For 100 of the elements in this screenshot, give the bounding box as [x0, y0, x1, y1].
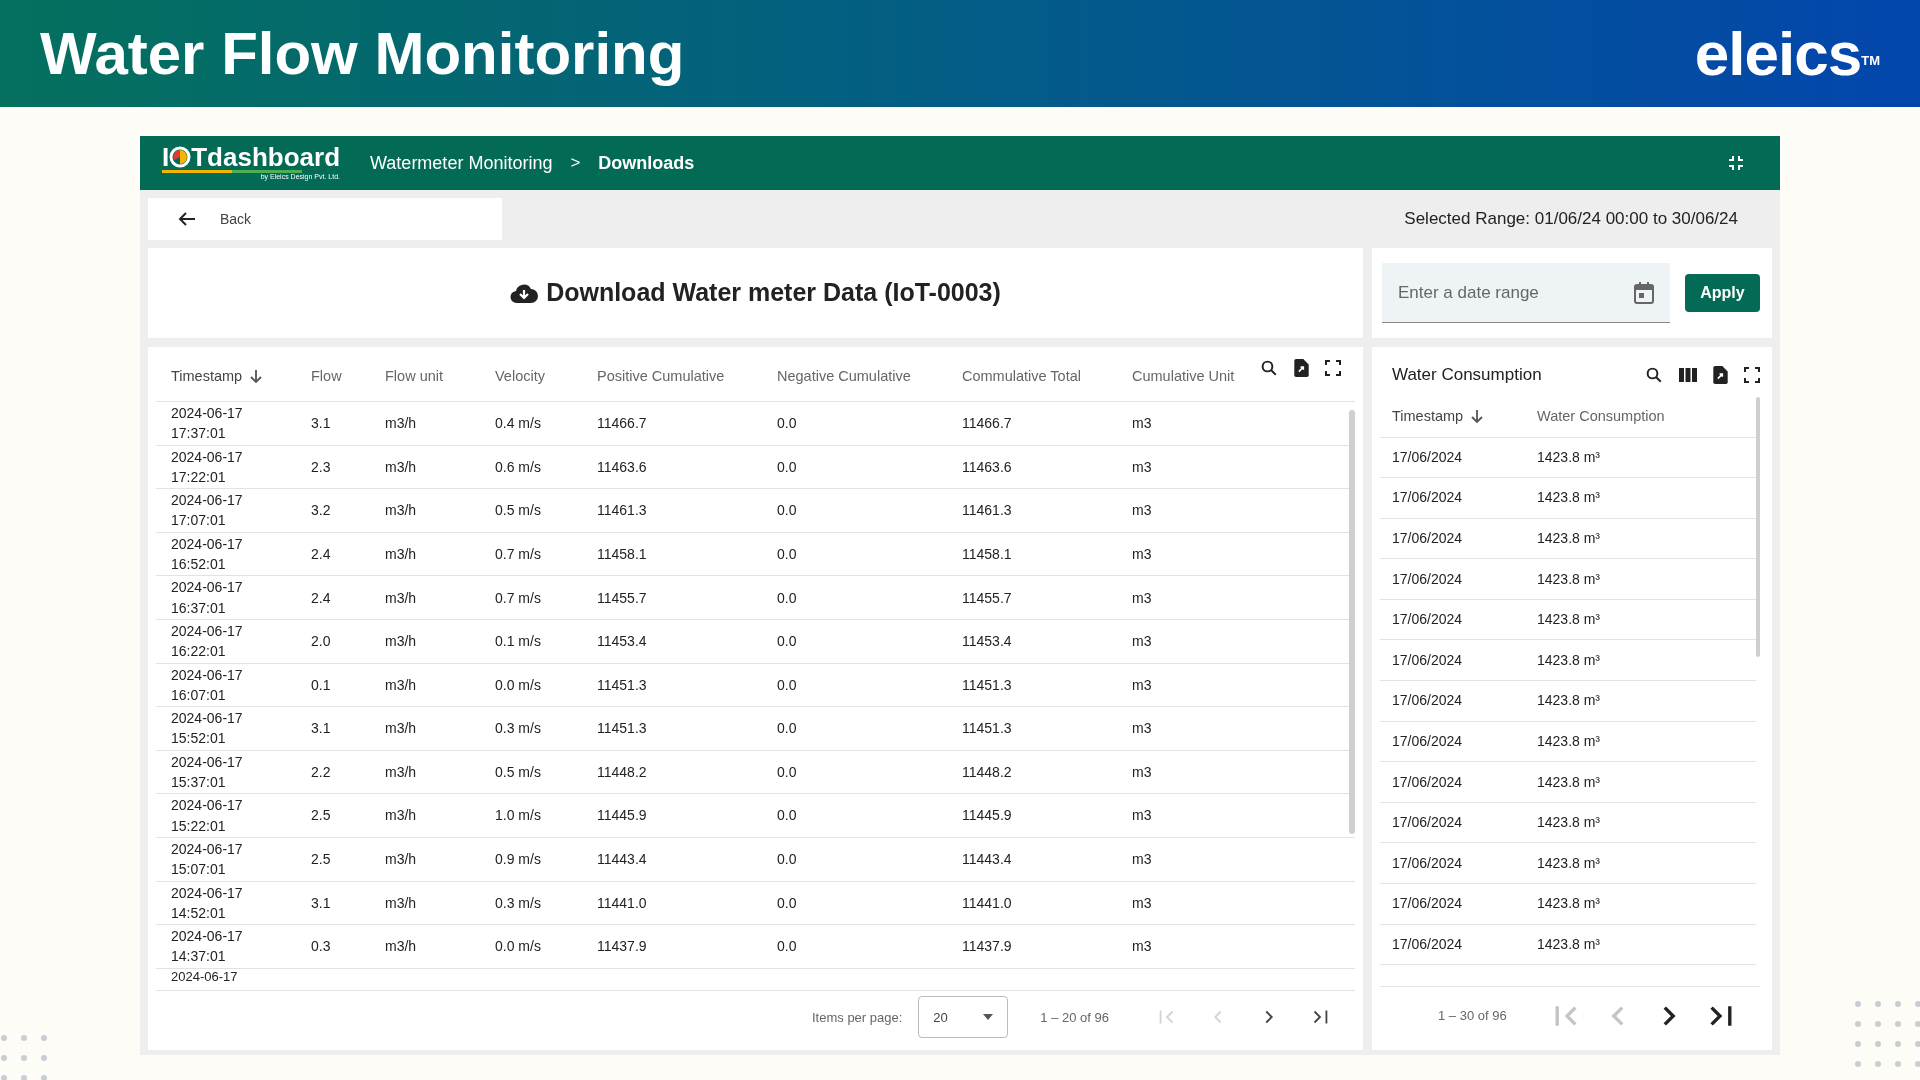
caret-down-icon — [983, 1014, 994, 1021]
table-cell: 17/06/2024 — [1392, 448, 1463, 465]
table-cell: 0.1 m/s — [495, 633, 541, 650]
column-header[interactable]: Negative Cumulative — [777, 365, 911, 388]
file-export-icon[interactable] — [1713, 366, 1728, 384]
table-cell: 2.4 — [311, 545, 331, 562]
table-cell: 11437.9 — [597, 938, 647, 955]
table-cell: 17/06/2024 — [1392, 773, 1463, 790]
table-cell: 11461.3 — [597, 502, 647, 519]
table-cell: m3/h — [385, 894, 417, 911]
table-cell: 2.4 — [311, 589, 331, 606]
table-cell: 1423.8 m³ — [1537, 854, 1601, 871]
table-cell: 0.0 — [777, 763, 797, 780]
table-cell: 1423.8 m³ — [1537, 530, 1601, 546]
table-cell: 11453.4 — [962, 633, 1012, 650]
table-cell-text: 2024-06-17 16:52:01 — [171, 534, 244, 575]
table-cell: 17/06/2024 — [1392, 530, 1463, 546]
table-cell: m3/h — [385, 938, 417, 955]
items-per-page-label: Items per page: — [812, 1008, 903, 1027]
search-icon[interactable] — [1645, 366, 1663, 384]
table-cell: m3/h — [385, 763, 417, 780]
table-cell: 1.0 m/s — [495, 807, 541, 824]
table-cell: 1423.8 m³ — [1537, 611, 1601, 628]
table-cell: 1423.8 m³ — [1537, 448, 1601, 465]
table-cell: 0.0 — [777, 851, 797, 868]
table-cell: 0.3 m/s — [495, 894, 541, 911]
table-cell: m3 — [1132, 414, 1152, 431]
table-cell: 11451.3 — [597, 720, 647, 737]
page-range-text: 1 – 20 of 96 — [1040, 1008, 1109, 1027]
table-cell-text: 2024-06-17 17:22:01 — [171, 447, 244, 487]
table-cell: m3/h — [385, 414, 417, 431]
table-cell: m3 — [1132, 763, 1152, 780]
page-size-select[interactable]: 20 — [918, 996, 1009, 1039]
breadcrumb-link[interactable]: Downloads — [598, 149, 695, 177]
column-header[interactable]: Velocity — [495, 365, 545, 388]
table-cell: 11441.0 — [597, 894, 647, 911]
table-cell: 17/06/2024 — [1392, 692, 1463, 709]
search-icon[interactable] — [1260, 359, 1278, 377]
table-cell: 1423.8 m³ — [1537, 732, 1601, 749]
table-cell: 11453.4 — [597, 633, 647, 650]
column-header[interactable]: Flow — [311, 365, 342, 388]
table-cell: m3 — [1132, 545, 1152, 562]
table-cell: m3 — [1132, 502, 1152, 519]
table-cell: 0.9 m/s — [495, 851, 541, 868]
table-cell: 0.0 m/s — [495, 676, 541, 693]
column-header[interactable]: Commulative Total — [962, 365, 1081, 388]
column-header[interactable]: Cumulative Unit — [1132, 365, 1235, 388]
file-export-icon[interactable] — [1294, 359, 1309, 377]
table-cell-text: 2024-06-17 — [171, 968, 239, 985]
table-cell: 11443.4 — [597, 851, 647, 868]
arrow-left-icon — [178, 211, 196, 227]
column-header[interactable]: Water Consumption — [1537, 405, 1665, 428]
calendar-icon — [1634, 282, 1654, 304]
column-header[interactable]: Timestamp — [171, 365, 263, 388]
table-cell: m3 — [1132, 458, 1152, 475]
date-range-field[interactable]: Enter a date range — [1382, 263, 1670, 323]
table-cell: 0.4 m/s — [495, 414, 541, 431]
table-cell-text: 2024-06-17 14:52:01 — [171, 883, 244, 923]
table-cell: 11458.1 — [962, 545, 1012, 562]
fullscreen-icon[interactable] — [1325, 360, 1341, 376]
scrollbar-thumb[interactable] — [1349, 409, 1355, 834]
table-cell-text: 2024-06-17 15:22:01 — [171, 796, 244, 836]
table-cell: 11458.1 — [597, 545, 647, 562]
table-cell: 0.5 m/s — [495, 763, 541, 780]
columns-icon[interactable] — [1679, 368, 1697, 382]
column-header[interactable]: Flow unit — [385, 365, 444, 388]
exit-fullscreen-icon[interactable] — [1728, 155, 1744, 171]
table-cell: m3/h — [385, 589, 417, 606]
table-cell: 17/06/2024 — [1392, 732, 1463, 749]
table-cell: 3.1 — [311, 894, 331, 911]
breadcrumb-link[interactable]: Watermeter Monitoring — [370, 149, 553, 177]
table-cell: 0.0 m/s — [495, 938, 541, 955]
table-cell: 17/06/2024 — [1392, 935, 1463, 952]
table-cell: 0.0 — [777, 589, 797, 606]
scrollbar-thumb[interactable] — [1756, 397, 1760, 657]
table-cell: 3.1 — [311, 414, 331, 431]
fullscreen-icon[interactable] — [1744, 367, 1760, 383]
apply-button[interactable]: Apply — [1685, 274, 1760, 312]
gauge-icon — [169, 146, 192, 169]
table-cell: 0.7 m/s — [495, 545, 541, 562]
table-cell: 11441.0 — [962, 894, 1012, 911]
table-cell: 17/06/2024 — [1392, 895, 1463, 912]
table-cell: m3 — [1132, 938, 1152, 955]
table-cell: 11451.3 — [962, 720, 1012, 737]
column-header[interactable]: Positive Cumulative — [597, 365, 725, 388]
table-cell: 11448.2 — [597, 763, 647, 780]
table-cell: 17/06/2024 — [1392, 570, 1463, 587]
back-button[interactable]: Back — [148, 198, 502, 240]
table-cell-text: 2024-06-17 17:37:01 — [171, 403, 244, 444]
table-cell: 0.0 — [777, 807, 797, 824]
download-title: Download Water meter Data (IoT-0003) — [546, 277, 1001, 309]
cloud-download-icon — [510, 282, 539, 304]
table-cell: m3/h — [385, 851, 417, 868]
column-header[interactable]: Timestamp — [1392, 405, 1484, 428]
table-cell: m3 — [1132, 894, 1152, 911]
table-cell: 1423.8 m³ — [1537, 692, 1601, 709]
table-cell: 0.0 — [777, 414, 797, 431]
table-cell: 0.0 — [777, 545, 797, 562]
table-cell: 1423.8 m³ — [1537, 895, 1601, 912]
table-cell: 11455.7 — [597, 589, 647, 606]
